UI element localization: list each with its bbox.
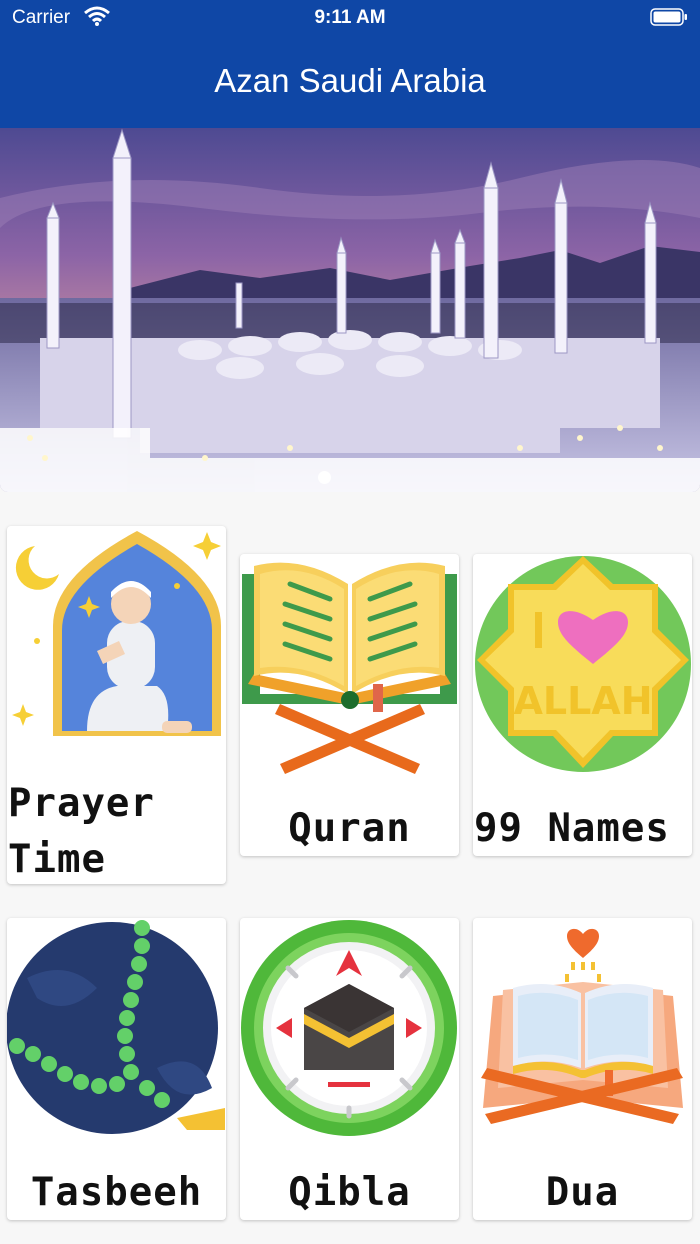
- dua-book-icon: [481, 928, 683, 1124]
- page-title: Azan Saudi Arabia: [214, 62, 486, 99]
- allah-heart-icon: ALLAH: [475, 556, 691, 772]
- status-bar: Carrier 9:11 AM: [0, 0, 700, 36]
- quran-book-icon: [242, 562, 457, 774]
- quran-tile[interactable]: Quran: [240, 554, 459, 856]
- qibla-label: Qibla: [288, 1170, 411, 1215]
- 99-names-tile[interactable]: ALLAH 99 Names: [473, 554, 692, 856]
- quran-label: Quran: [288, 806, 411, 851]
- dua-label: Dua: [545, 1170, 620, 1215]
- prayer-time-label: Prayer Time: [8, 781, 155, 882]
- qibla-compass-icon: [241, 920, 457, 1136]
- tasbeeh-tile[interactable]: Tasbeeh: [7, 918, 226, 1220]
- tasbeeh-beads-icon: [7, 920, 225, 1134]
- banner-carousel[interactable]: [0, 128, 700, 492]
- allah-badge-text: ALLAH: [513, 679, 652, 723]
- qibla-tile[interactable]: Qibla: [240, 918, 459, 1220]
- battery-icon: [650, 8, 687, 26]
- 99-names-label: 99 Names: [474, 806, 670, 851]
- carousel-page-indicator[interactable]: [318, 471, 331, 484]
- tasbeeh-label: Tasbeeh: [30, 1170, 203, 1215]
- mosque-photo: [0, 128, 700, 492]
- dua-tile[interactable]: Dua: [473, 918, 692, 1220]
- navigation-bar: Carrier 9:11 AM Azan Saudi Arabia: [0, 0, 700, 128]
- prayer-icon: [12, 531, 221, 736]
- prayer-time-tile[interactable]: Prayer Time: [7, 526, 226, 884]
- status-time: 9:11 AM: [314, 7, 386, 28]
